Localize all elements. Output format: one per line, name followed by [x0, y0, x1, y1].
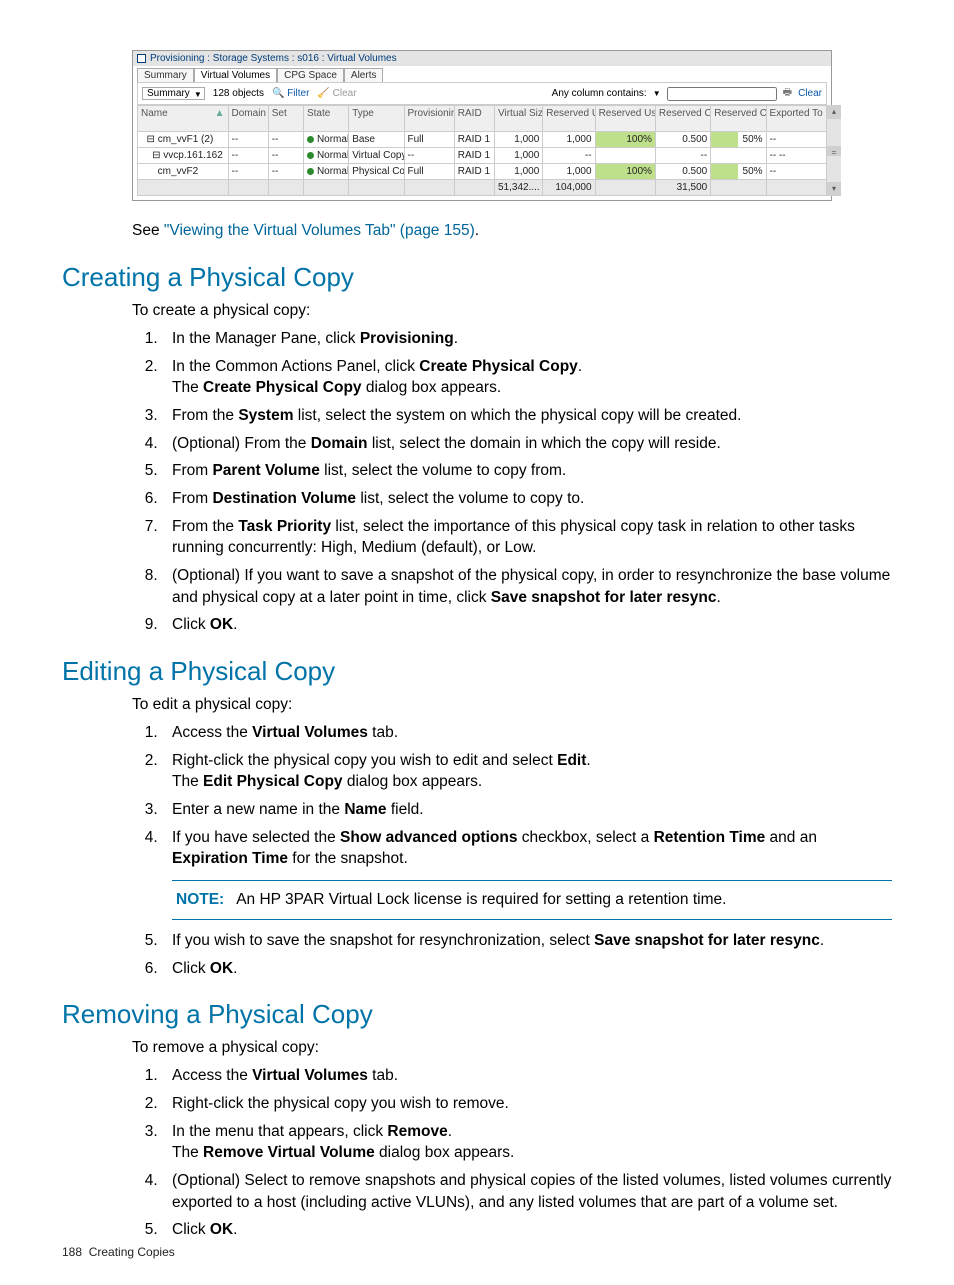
- tab-cpg-space[interactable]: CPG Space: [277, 68, 344, 82]
- filter-input[interactable]: [667, 87, 777, 101]
- scroll-down-icon[interactable]: ▾: [827, 182, 841, 196]
- column-header[interactable]: Type: [349, 106, 404, 132]
- list-item: In the menu that appears, click Remove.T…: [162, 1121, 892, 1164]
- intro-creating: To create a physical copy:: [132, 301, 892, 322]
- column-header[interactable]: Set: [268, 106, 303, 132]
- steps-editing: Access the Virtual Volumes tab. Right-cli…: [132, 722, 892, 979]
- heading-removing: Removing a Physical Copy: [62, 999, 892, 1030]
- virtual-volumes-screenshot: Provisioning : Storage Systems : s016 : …: [132, 50, 832, 201]
- vertical-scrollbar[interactable]: ▴ = ▾: [827, 105, 841, 196]
- clear-link-right[interactable]: Clear: [798, 88, 822, 99]
- column-header[interactable]: Virtual Size (GB): [495, 106, 543, 132]
- list-item: In the Manager Pane, click Provisioning.: [162, 328, 892, 350]
- list-item: If you wish to save the snapshot for res…: [162, 930, 892, 952]
- list-item: Right-click the physical copy you wish t…: [162, 1093, 892, 1115]
- column-header[interactable]: Exported To: [766, 106, 826, 132]
- column-header[interactable]: Reserved Copy Size (% Virtual): [711, 106, 766, 132]
- list-item: (Optional) From the Domain list, select …: [162, 433, 892, 455]
- print-icon[interactable]: 🖶: [783, 85, 792, 102]
- column-header[interactable]: Reserved Copy Size (GB): [655, 106, 710, 132]
- column-header[interactable]: Reserved User Size (GB): [543, 106, 595, 132]
- tab-summary[interactable]: Summary: [137, 68, 194, 82]
- table-row[interactable]: ⊟ cm_vvF1 (2)----NormalBaseFullRAID 11,0…: [138, 132, 827, 148]
- note-text: An HP 3PAR Virtual Lock license is requi…: [236, 891, 726, 908]
- note-label: NOTE:: [176, 891, 224, 908]
- any-column-label: Any column contains:: [552, 88, 647, 99]
- column-header[interactable]: Name ▲: [138, 106, 229, 132]
- steps-removing: Access the Virtual Volumes tab. Right-cli…: [132, 1065, 892, 1241]
- list-item: Access the Virtual Volumes tab.: [162, 722, 892, 744]
- breadcrumb-text: Provisioning : Storage Systems : s016 : …: [150, 53, 397, 64]
- chevron-down-icon: ▼: [194, 90, 202, 99]
- objects-count: 128 objects: [213, 88, 264, 99]
- list-item: Access the Virtual Volumes tab.: [162, 1065, 892, 1087]
- list-item: From the Task Priority list, select the …: [162, 516, 892, 559]
- column-header[interactable]: State: [303, 106, 348, 132]
- list-item: From Parent Volume list, select the volu…: [162, 460, 892, 482]
- toolbar: Summary ▼ 128 objects 🔍 Filter 🧹 Clear A…: [137, 82, 827, 105]
- summary-dropdown[interactable]: Summary ▼: [142, 87, 205, 100]
- see-link[interactable]: "Viewing the Virtual Volumes Tab" (page …: [164, 222, 475, 239]
- list-item: Click OK.: [162, 958, 892, 980]
- tab-virtual-volumes[interactable]: Virtual Volumes: [194, 68, 277, 82]
- list-item: Click OK.: [162, 614, 892, 636]
- intro-editing: To edit a physical copy:: [132, 695, 892, 716]
- list-item: From Destination Volume list, select the…: [162, 488, 892, 510]
- column-header[interactable]: RAID: [454, 106, 494, 132]
- window-icon: [137, 54, 146, 63]
- clear-link-left[interactable]: 🧹 Clear: [317, 88, 356, 99]
- filter-link[interactable]: 🔍 Filter: [272, 88, 309, 99]
- tabs-bar: SummaryVirtual VolumesCPG SpaceAlerts: [133, 66, 831, 82]
- column-header[interactable]: Domain: [228, 106, 268, 132]
- breadcrumb-bar: Provisioning : Storage Systems : s016 : …: [133, 51, 831, 66]
- note-block: NOTE: An HP 3PAR Virtual Lock license is …: [172, 880, 892, 920]
- column-header[interactable]: Provisioning: [404, 106, 454, 132]
- list-item: (Optional) If you want to save a snapsho…: [162, 565, 892, 608]
- scroll-thumb[interactable]: =: [827, 146, 841, 156]
- chevron-down-icon: ▼: [653, 89, 661, 98]
- list-item: Click OK.: [162, 1219, 892, 1241]
- heading-editing: Editing a Physical Copy: [62, 656, 892, 687]
- heading-creating: Creating a Physical Copy: [62, 262, 892, 293]
- page-footer: 188 Creating Copies: [62, 1245, 175, 1259]
- list-item: Enter a new name in the Name field.: [162, 799, 892, 821]
- list-item: From the System list, select the system …: [162, 405, 892, 427]
- list-item: Right-click the physical copy you wish t…: [162, 750, 892, 793]
- steps-creating: In the Manager Pane, click Provisioning.…: [132, 328, 892, 636]
- table-row[interactable]: cm_vvF2----NormalPhysical CopyFullRAID 1…: [138, 164, 827, 180]
- column-header[interactable]: Reserved User Size (% Virtual): [595, 106, 655, 132]
- list-item: (Optional) Select to remove snapshots an…: [162, 1170, 892, 1213]
- virtual-volumes-table[interactable]: Name ▲DomainSetStateTypeProvisioningRAID…: [137, 105, 827, 196]
- intro-removing: To remove a physical copy:: [132, 1038, 892, 1059]
- scroll-up-icon[interactable]: ▴: [827, 105, 841, 119]
- list-item: In the Common Actions Panel, click Creat…: [162, 356, 892, 399]
- list-item: If you have selected the Show advanced o…: [162, 827, 892, 920]
- tab-alerts[interactable]: Alerts: [344, 68, 384, 82]
- table-row[interactable]: ⊟ vvcp.161.162----NormalVirtual Copy--RA…: [138, 148, 827, 164]
- see-reference: See "Viewing the Virtual Volumes Tab" (p…: [132, 221, 892, 242]
